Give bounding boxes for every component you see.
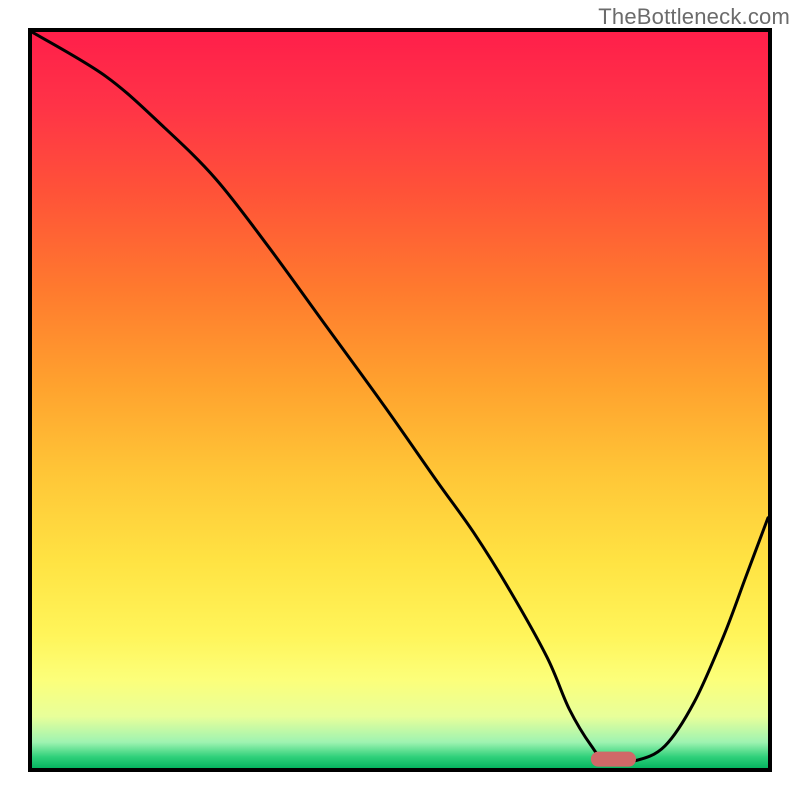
chart-frame: TheBottleneck.com [0, 0, 800, 800]
watermark-text: TheBottleneck.com [598, 4, 790, 30]
plot-area [28, 28, 772, 772]
chart-svg [32, 32, 768, 768]
gradient-background [32, 32, 768, 768]
optimal-marker [591, 752, 635, 766]
